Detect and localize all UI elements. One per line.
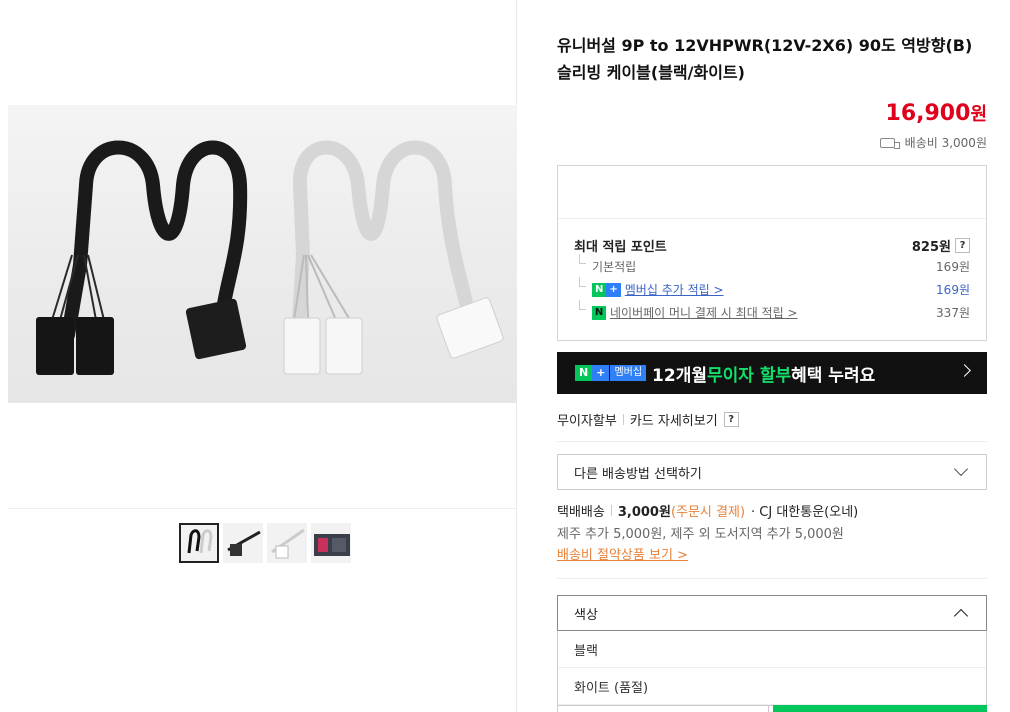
divider (622, 414, 624, 425)
points-box: 최대 적립 포인트 825원? 기본적립 169원 N + 멤버십 추가 적립 >… (557, 165, 987, 341)
max-points-label: 최대 적립 포인트 (574, 240, 667, 255)
chevron-up-icon (953, 608, 969, 624)
banner-text-end: 혜택 누려요 (791, 365, 876, 386)
shipping-carrier: · CJ 대한통운(오네) (751, 505, 859, 520)
product-title-line2: 슬리빙 케이블(블랙/화이트) (557, 63, 745, 82)
basic-points-row: 기본적립 169원 (574, 254, 970, 275)
member-points-link[interactable]: 멤버십 추가 적립 > (625, 281, 724, 298)
points-help-icon[interactable]: ? (955, 238, 970, 253)
thumbnail-3[interactable] (267, 523, 307, 563)
buy-button[interactable] (773, 705, 987, 712)
white-connector-3 (436, 297, 504, 359)
price-unit: 원 (970, 104, 987, 125)
black-connector-3 (185, 298, 247, 360)
naver-membership-badge-icon: N + 멤버십 (575, 365, 647, 381)
shipping-amount: 3,000원 (617, 505, 671, 520)
divider (610, 505, 612, 516)
secondary-action-button[interactable] (557, 705, 769, 712)
shipping-fee: 배송비 3,000원 (879, 134, 987, 151)
shipping-fee-text: 배송비 3,000원 (904, 136, 987, 150)
white-connector-2 (325, 317, 363, 375)
gallery-divider (8, 508, 517, 509)
shipping-method-select[interactable]: 다른 배송방법 선택하기 (557, 454, 987, 490)
product-title: 유니버설 9P to 12VHPWR(12V-2X6) 90도 역방향(B) 슬… (557, 32, 987, 86)
color-select-label: 색상 (574, 607, 598, 623)
cable-illustration (36, 140, 504, 375)
member-points-value: 169원 (936, 283, 970, 297)
banner-highlight: 무이자 할부 (706, 365, 792, 386)
truck-icon (879, 137, 900, 149)
max-points-value: 825원 (911, 240, 951, 255)
naver-pay-icon: N (592, 305, 606, 320)
membership-banner[interactable]: N + 멤버십 12개월 무이자 할부 혜택 누려요 (557, 352, 987, 394)
points-box-header (558, 166, 986, 219)
card-detail-link[interactable]: 카드 자세히보기 (630, 410, 718, 429)
shipping-save-link[interactable]: 배송비 절약상품 보기 > (557, 544, 688, 563)
thumbnail-2[interactable] (223, 523, 263, 563)
color-options-list: 블랙 화이트 (품절) (557, 631, 987, 706)
payment-note: (주문시 결제) (670, 505, 746, 520)
member-points-row: N + 멤버십 추가 적립 > 169원 (574, 277, 970, 298)
chevron-right-icon (958, 364, 971, 377)
npay-points-link[interactable]: 네이버페이 머니 결제 시 최대 적립 > (610, 304, 798, 321)
chevron-down-icon (953, 461, 969, 477)
installment-help-icon[interactable]: ? (723, 412, 739, 427)
black-connector-2 (76, 317, 114, 375)
shipping-info: 택배배송 3,000원(주문시 결제) · CJ 대한통운(오네) (557, 501, 858, 520)
basic-points-label: 기본적립 (574, 254, 636, 275)
color-option-select[interactable]: 색상 (557, 595, 987, 631)
product-price: 16,900원 (886, 100, 987, 126)
installment-row: 무이자할부 카드 자세히보기 ? (557, 410, 739, 429)
npay-points-value: 337원 (936, 306, 970, 320)
product-title-line1: 유니버설 9P to 12VHPWR(12V-2X6) 90도 역방향(B) (557, 36, 973, 55)
basic-points-value: 169원 (936, 260, 970, 274)
option-white-soldout[interactable]: 화이트 (품절) (558, 668, 986, 705)
thumbnail-strip (179, 523, 351, 563)
shipping-method: 택배배송 (557, 505, 605, 520)
shipping-extra-fee: 제주 추가 5,000원, 제주 외 도서지역 추가 5,000원 (557, 527, 844, 542)
banner-text: 12개월 (652, 365, 707, 386)
thumbnail-1[interactable] (179, 523, 219, 563)
product-gallery (8, 0, 517, 712)
npay-points-row: N 네이버페이 머니 결제 시 최대 적립 > 337원 (574, 300, 970, 321)
black-connector-1 (36, 317, 74, 375)
section-divider (557, 441, 987, 442)
product-main-image[interactable] (8, 105, 517, 403)
naver-plus-badge-icon: N + (592, 282, 621, 297)
thumbnail-4[interactable] (311, 523, 351, 563)
section-divider (557, 578, 987, 579)
max-points-row: 최대 적립 포인트 825원? (574, 236, 970, 255)
shipping-select-label: 다른 배송방법 선택하기 (574, 466, 702, 482)
option-black[interactable]: 블랙 (558, 631, 986, 668)
price-value: 16,900 (885, 101, 971, 126)
installment-label: 무이자할부 (557, 414, 617, 429)
white-connector-1 (283, 317, 321, 375)
